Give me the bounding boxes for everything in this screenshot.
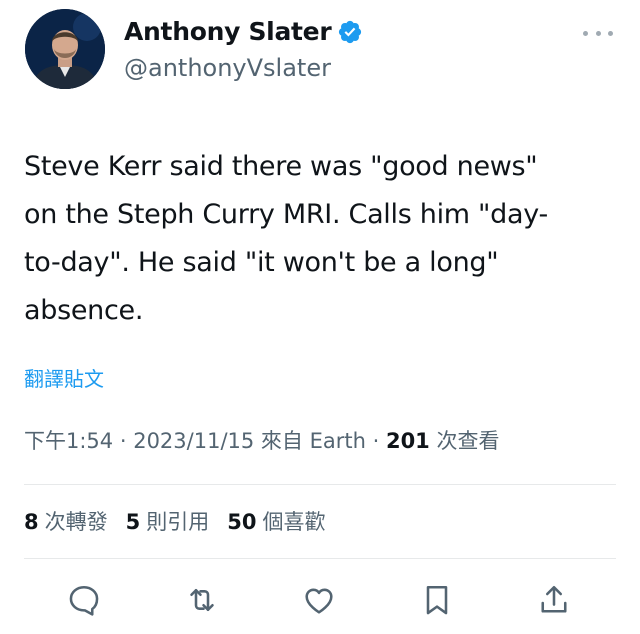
- likes-stat[interactable]: 50 個喜歡: [227, 503, 325, 541]
- quotes-stat[interactable]: 5 則引用: [126, 503, 210, 541]
- bookmark-icon[interactable]: [415, 578, 459, 622]
- reposts-label: 次轉發: [44, 510, 108, 534]
- avatar-image: [25, 9, 105, 89]
- more-options-icon[interactable]: [583, 26, 613, 40]
- tweet-time[interactable]: 下午1:54: [24, 429, 113, 453]
- engagement-stats: 8 次轉發 5 則引用 50 個喜歡: [24, 503, 325, 541]
- verified-badge-icon[interactable]: [337, 19, 363, 45]
- retweet-icon[interactable]: [180, 578, 224, 622]
- share-icon[interactable]: [532, 578, 576, 622]
- reposts-stat[interactable]: 8 次轉發: [24, 503, 108, 541]
- like-icon[interactable]: [297, 578, 341, 622]
- divider: [24, 558, 616, 559]
- reposts-count: 8: [24, 510, 39, 534]
- divider: [24, 484, 616, 485]
- tweet-date[interactable]: 2023/11/15: [133, 429, 254, 453]
- tweet-meta: 下午1:54 · 2023/11/15 來自 Earth · 201 次查看: [24, 424, 499, 458]
- meta-separator: ·: [365, 429, 386, 453]
- reply-icon[interactable]: [62, 578, 106, 622]
- views-label[interactable]: 次查看: [430, 429, 499, 453]
- likes-count: 50: [227, 510, 257, 534]
- action-bar: [62, 578, 576, 622]
- author-handle[interactable]: @anthonyVslater: [124, 52, 331, 84]
- meta-separator: ·: [113, 429, 134, 453]
- likes-label: 個喜歡: [262, 510, 326, 534]
- quotes-count: 5: [125, 510, 141, 534]
- display-name[interactable]: Anthony Slater: [124, 15, 332, 49]
- tweet-source: 來自 Earth: [254, 429, 366, 453]
- avatar[interactable]: [25, 9, 105, 89]
- quotes-label: 則引用: [146, 510, 210, 534]
- tweet-text: Steve Kerr said there was "good news" on…: [24, 151, 548, 326]
- views-count[interactable]: 201: [386, 429, 430, 453]
- author-name-row[interactable]: Anthony Slater: [124, 15, 363, 49]
- translate-post-link[interactable]: 翻譯貼文: [24, 364, 104, 394]
